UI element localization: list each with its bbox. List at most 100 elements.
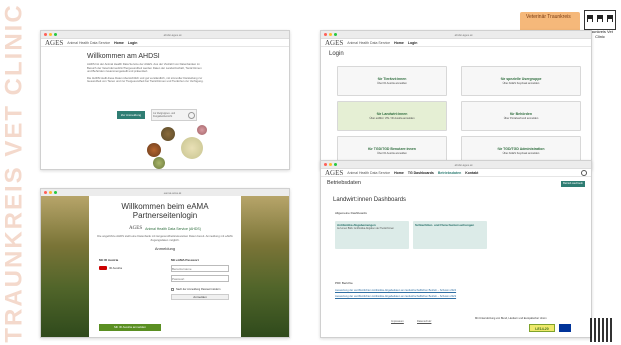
logo-subtitle: Animal Health Data Service [347,170,391,175]
page-title: Willkommen am AHDSI [87,53,160,60]
close-dot-icon[interactable] [44,191,47,194]
checkbox-label: Nach der Anmeldung Passwort ändern [176,288,221,291]
cows-logo: Traunkreis Vet Clinic [584,10,616,39]
eama-submit-button[interactable]: Anmelden [171,294,229,300]
pdf-report-link-2[interactable]: Auswertung der veröffentlichten Antibiot… [335,295,456,298]
wheat-field-left [41,196,89,337]
sheep-photo [153,157,165,169]
partner-note: Die angeführte AHDS stellt eine Datenban… [97,234,233,242]
card-subtitle: Über eAMA / VIS / ID Austria anmelden [369,117,415,120]
dashboard-card-antibiotics[interactable]: Antibiotika Abgabemengen Auf einen Blick… [335,221,409,249]
close-dot-icon[interactable] [324,33,327,36]
nav-dashboards[interactable]: TG Dashboards [408,171,434,175]
footer-link-impressum[interactable]: Impressum [391,320,404,323]
password-input[interactable] [171,275,229,282]
login-panel: Willkommen beim eAMA Partnerseitenlogin … [89,196,241,337]
maximize-dot-icon[interactable] [54,191,57,194]
sidebar-watermark: TRAUNKREIS VET CLINIC [0,0,32,345]
dashboard-card-slaughter[interactable]: Schlachttier- und Fleischuntersuchungen [413,221,487,249]
login-card-special[interactable]: für spezielle Usergruppe Über AGES Keycl… [461,66,581,96]
info-circle-icon [188,111,195,119]
nav-betriebsdaten[interactable]: Betriebsdaten [438,171,461,175]
nav-home[interactable]: Home [394,171,404,175]
card-title: für Tierärzt:innen [377,77,407,81]
url-bar[interactable]: eama.ama.at [164,191,182,195]
close-dot-icon[interactable] [44,33,47,36]
card-subtitle: Über ID Austria anmelden [377,82,407,85]
id-austria-login-button[interactable]: Mit ID Austria anmelden [99,324,161,331]
footer-link-datenschutz[interactable]: Datenschutz [417,320,431,323]
ages-logo[interactable]: AGES [325,169,343,177]
cows-icon [587,15,613,22]
wheat-field-right [241,196,289,337]
card-subtitle: Über Portalverbund anmelden [503,117,539,120]
maximize-dot-icon[interactable] [54,33,57,36]
sidebar-clinic-text: TRAUNKREIS VET CLINIC [1,3,28,343]
card-title: für Landwirt:innen [376,112,408,116]
browser-window-dashboard: ahdsi.ages.at AGES Animal Health Data Se… [320,160,592,338]
nav-home[interactable]: Home [394,41,404,45]
close-dot-icon[interactable] [324,163,327,166]
partner-heading: Partnerseitenlogin [132,211,198,220]
nav-kontakt[interactable]: Kontakt [465,171,478,175]
site-nav: AGES Animal Health Data Service Home TG … [321,169,591,177]
dashboard-heading: Landwirt:innen Dashboards [333,197,407,203]
login-card-vets[interactable]: für Tierärzt:innen Über ID Austria anmel… [337,66,447,96]
minimize-dot-icon[interactable] [49,191,52,194]
browser-window-welcome: ahdsi.ages.at AGES Animal Health Data Se… [40,30,290,170]
minimize-dot-icon[interactable] [329,163,332,166]
url-bar[interactable]: ahdsi.ages.at [164,33,182,37]
minimize-dot-icon[interactable] [49,33,52,36]
url-bar[interactable]: ahdsi.ages.at [455,163,473,167]
minimize-dot-icon[interactable] [329,33,332,36]
card-title: Schlachttier- und Fleischuntersuchungen [415,223,475,227]
login-card-authorities[interactable]: für Behörden Über Portalverbund anmelden [461,101,581,131]
browser-titlebar: ahdsi.ages.at [321,161,591,169]
qr-code[interactable] [590,318,614,342]
card-title: für TGD/TGD Benutzer:innen [368,147,416,151]
pdf-reports-label: PDF Berichte [335,281,353,285]
pigs-photo [197,125,207,135]
switch-farm-button[interactable]: Betrieb wechseln [561,181,585,187]
clinic-logo-text: Veterinär Traunkreis [526,14,571,20]
site-nav: AGES Animal Health Data Service Home Log… [41,39,289,47]
nav-login[interactable]: Login [408,41,418,45]
partner-name: Animal Health Data Service (AHDS) [145,226,201,231]
url-bar[interactable]: ahdsi.ages.at [455,33,473,37]
browser-titlebar: ahdsi.ages.at [321,31,591,39]
id-austria-column-title: Mit ID Austria [99,258,119,262]
info-box[interactable]: zur Zielgruppen- und Freigabeübersicht [151,109,197,121]
ages-logo[interactable]: AGES [325,39,343,47]
id-austria-label: ID Austria [109,266,123,270]
general-dashboards-label: Allgemeine Dashboards [335,211,367,215]
page-title: Login [329,51,344,57]
info-box-text: zur Zielgruppen- und Freigabeübersicht [153,112,176,118]
card-title: für spezielle Usergruppe [500,77,542,81]
nav-home[interactable]: Home [114,41,124,45]
login-card-farmers[interactable]: für Landwirt:innen Über eAMA / VIS / ID … [337,101,447,131]
site-nav: AGES Animal Health Data Service Home Log… [321,39,591,47]
page-title: Betriebsdaten [327,180,361,186]
nav-login[interactable]: Login [128,41,138,45]
card-title: für Behörden [510,112,532,116]
cows-photo [161,127,175,141]
eama-password-column-title: Mit eAMA Passwort [171,258,199,262]
login-section-title: Anmeldung [154,246,176,252]
browser-window-eama: eama.ama.at Willkommen beim eAMA Partner… [40,188,290,338]
change-password-checkbox[interactable] [171,288,174,291]
logo-subtitle: Animal Health Data Service [347,40,391,45]
user-icon[interactable] [581,169,587,176]
maximize-dot-icon[interactable] [334,33,337,36]
browser-window-login: ahdsi.ages.at AGES Animal Health Data Se… [320,30,592,170]
pdf-report-link-1[interactable]: Auswertung der veröffentlichten Antibiot… [335,289,456,292]
username-input[interactable] [171,265,229,272]
ages-logo[interactable]: AGES [45,39,63,47]
farm-photo [181,137,203,159]
maximize-dot-icon[interactable] [334,163,337,166]
intro-paragraph-2: Die AHDSI stellt diese Daten übersichtli… [87,75,204,84]
card-subtitle: Über AGES Keycloak anmelden [502,152,540,155]
partner-logo: AGES [129,226,143,231]
login-button[interactable]: Zur Anmeldung [117,111,145,119]
eu-flag-icon [559,324,571,332]
chicken-photo [147,143,161,157]
